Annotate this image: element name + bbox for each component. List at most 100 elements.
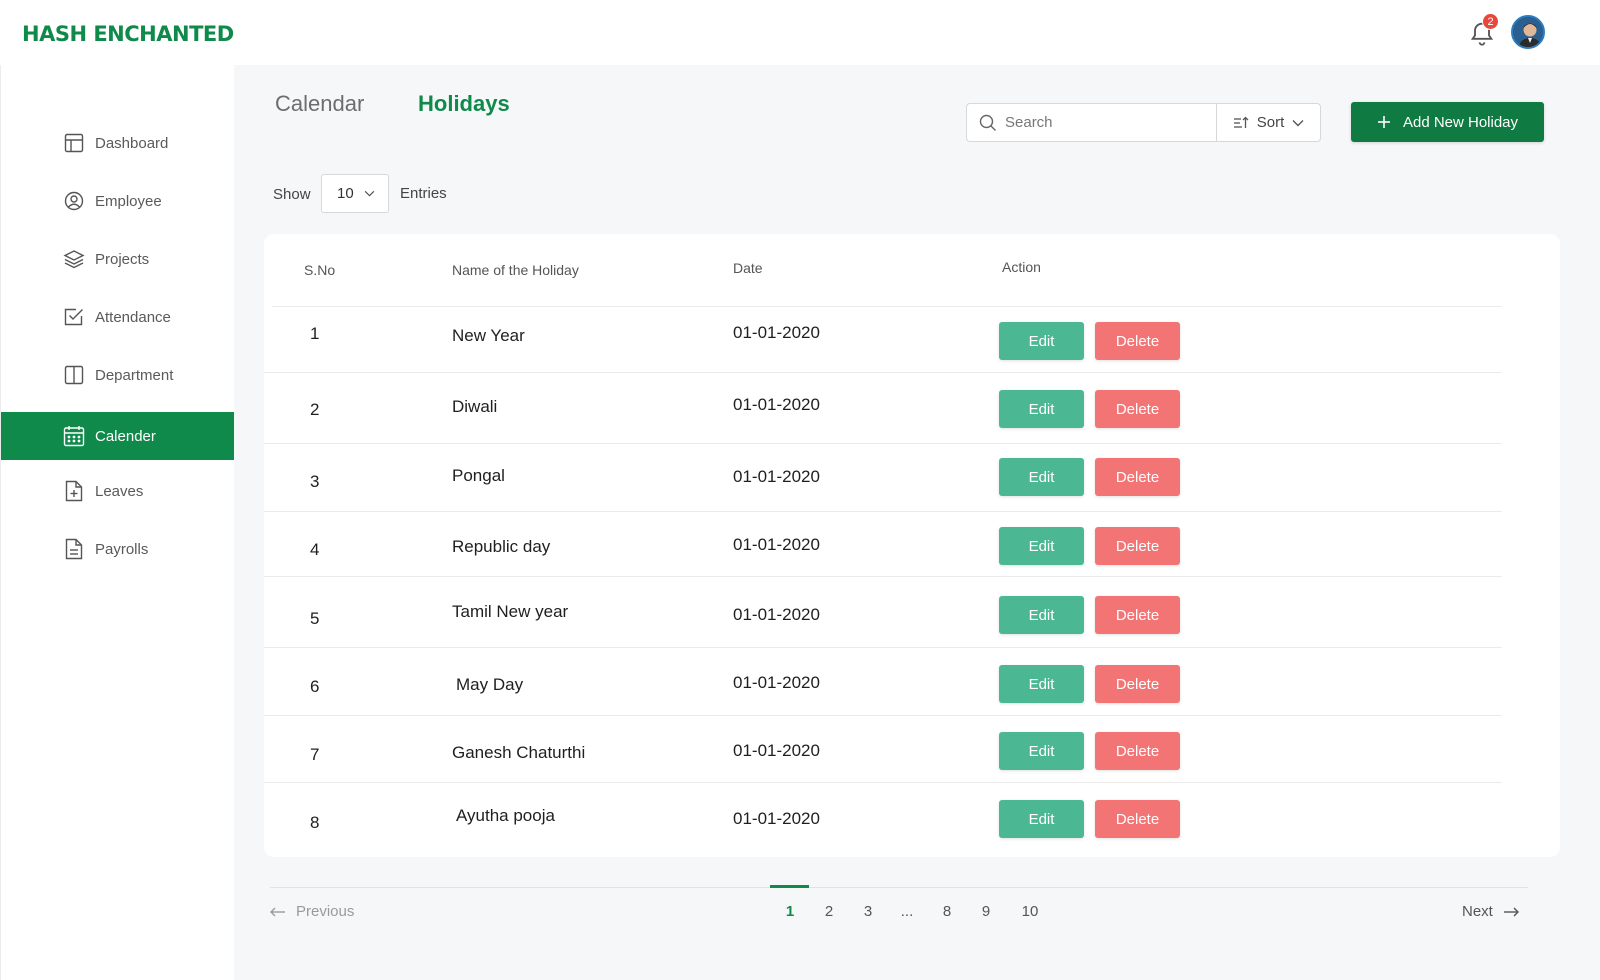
notification-badge: 2 [1482,13,1499,30]
sidebar: Dashboard Employee Projects Attendance D… [0,65,235,980]
sidebar-item-leaves[interactable]: Leaves [1,467,235,515]
page-1[interactable]: 1 [778,903,802,920]
column-header-sno: S.No [304,262,336,278]
delete-button[interactable]: Delete [1095,732,1180,770]
edit-button[interactable]: Edit [999,596,1084,634]
cell-date: 01-01-2020 [733,535,820,554]
edit-button[interactable]: Edit [999,800,1084,838]
cell-sno: 3 [310,472,320,491]
cell-name: New Year [452,326,525,345]
next-label: Next [1462,903,1493,920]
column-header-date: Date [733,260,763,276]
cell-sno: 4 [310,540,320,559]
sort-button[interactable]: Sort [1216,103,1321,142]
show-label: Show [273,186,311,203]
page-9[interactable]: 9 [974,903,998,920]
avatar[interactable] [1511,15,1545,49]
sidebar-item-label: Department [95,366,174,384]
delete-button[interactable]: Delete [1095,390,1180,428]
entries-select[interactable]: 10 [321,174,389,213]
previous-label: Previous [296,903,355,920]
top-bar: HASH ENCHANTED 2 [0,0,1600,65]
calendar-icon [63,425,85,447]
page-10[interactable]: 10 [1018,903,1042,920]
sidebar-item-label: Projects [95,250,150,268]
edit-button[interactable]: Edit [999,390,1084,428]
checkbox-icon [63,306,85,328]
sidebar-item-dashboard[interactable]: Dashboard [1,119,235,167]
cell-name: May Day [456,675,524,694]
delete-button[interactable]: Delete [1095,527,1180,565]
cell-sno: 8 [310,813,320,832]
table-row: 5 Tamil New year 01-01-2020 Edit Delete [264,577,1512,648]
entries-label: Entries [400,185,447,202]
column-header-name: Name of the Holiday [452,262,579,278]
plus-icon [1377,116,1390,128]
sort-icon [1233,116,1249,128]
sidebar-item-calender[interactable]: Calender [1,412,235,460]
table-row: 8 Ayutha pooja 01-01-2020 Edit Delete [264,783,1512,853]
search-box [966,103,1216,142]
cell-sno: 5 [310,609,320,628]
columns-icon [63,364,85,386]
table-row: 7 Ganesh Chaturthi 01-01-2020 Edit Delet… [264,716,1512,783]
avatar-person-icon [1513,17,1543,47]
cell-sno: 6 [310,677,320,696]
delete-button[interactable]: Delete [1095,800,1180,838]
cell-date: 01-01-2020 [733,395,820,414]
edit-button[interactable]: Edit [999,322,1084,360]
tab-calendar[interactable]: Calendar [275,91,364,117]
previous-button[interactable]: Previous [270,903,354,920]
cell-name: Ayutha pooja [456,806,555,825]
delete-button[interactable]: Delete [1095,596,1180,634]
sidebar-item-employee[interactable]: Employee [1,177,235,225]
sidebar-item-attendance[interactable]: Attendance [1,293,235,341]
main-content: Calendar Holidays Sort Add New Holiday S… [234,65,1600,980]
sidebar-item-label: Employee [95,192,162,210]
page-ellipsis: ... [900,903,914,920]
search-input[interactable] [1005,114,1205,131]
table-row: 1 New Year 01-01-2020 Edit Delete [264,307,1512,373]
cell-date: 01-01-2020 [733,809,820,828]
cell-date: 01-01-2020 [733,673,820,692]
page-3[interactable]: 3 [856,903,880,920]
cell-sno: 2 [310,400,320,419]
page-8[interactable]: 8 [935,903,959,920]
pagination-divider [270,887,1528,888]
sidebar-item-label: Leaves [95,482,144,500]
page-2[interactable]: 2 [817,903,841,920]
sort-label: Sort [1256,114,1285,131]
user-circle-icon [63,190,85,212]
cell-date: 01-01-2020 [733,323,820,342]
delete-button[interactable]: Delete [1095,458,1180,496]
sidebar-item-label: Dashboard [95,134,169,152]
delete-button[interactable]: Delete [1095,322,1180,360]
sidebar-item-projects[interactable]: Projects [1,235,235,283]
column-header-action: Action [1002,259,1041,275]
edit-button[interactable]: Edit [999,527,1084,565]
sidebar-item-department[interactable]: Department [1,351,235,399]
cell-sno: 7 [310,745,320,764]
holiday-table: S.No Name of the Holiday Date Action 1 N… [264,234,1560,857]
layers-icon [63,248,85,270]
arrow-right-icon [1503,907,1519,916]
cell-name: Ganesh Chaturthi [452,743,586,762]
delete-button[interactable]: Delete [1095,665,1180,703]
edit-button[interactable]: Edit [999,665,1084,703]
tab-holidays[interactable]: Holidays [418,91,510,117]
chevron-down-icon [1292,119,1304,126]
cell-date: 01-01-2020 [733,741,820,760]
edit-button[interactable]: Edit [999,458,1084,496]
sidebar-item-payrolls[interactable]: Payrolls [1,525,235,573]
cell-sno: 1 [310,324,320,343]
dashboard-icon [63,132,85,154]
cell-date: 01-01-2020 [733,467,820,486]
add-new-holiday-button[interactable]: Add New Holiday [1351,102,1544,142]
edit-button[interactable]: Edit [999,732,1084,770]
cell-name: Republic day [452,537,551,556]
table-row: 4 Republic day 01-01-2020 Edit Delete [264,512,1512,577]
active-page-indicator [770,885,809,888]
search-icon [979,114,996,131]
next-button[interactable]: Next [1462,903,1519,920]
cell-date: 01-01-2020 [733,605,820,624]
